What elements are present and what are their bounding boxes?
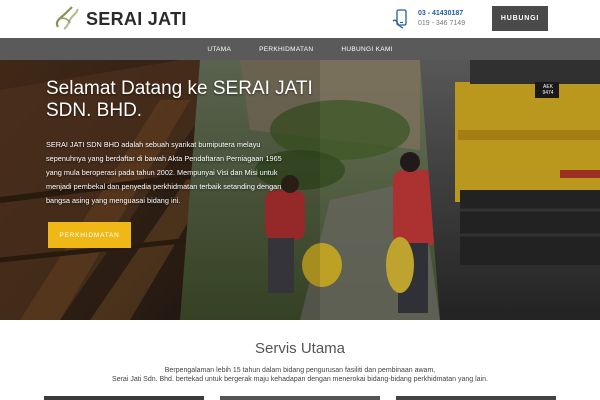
nav-item-utama[interactable]: UTAMA (207, 46, 231, 53)
phone-contact: 03 - 41430187 019 - 346 7149 (392, 9, 465, 29)
license-plate: AEK 9474 (542, 84, 554, 96)
services-description: Berpengalaman lebih 15 tahun dalam bidan… (40, 366, 560, 384)
phone-hand-icon (392, 9, 407, 29)
service-card-thumb-3[interactable] (396, 396, 556, 400)
site-logo[interactable]: SERAI JATI (52, 5, 187, 33)
hero-banner: AEK 9474 Selamat Datang ke SERAI JATI SD… (0, 60, 600, 320)
services-title: Servis Utama (254, 340, 346, 357)
phone-secondary[interactable]: 019 - 346 7149 (418, 19, 465, 29)
services-section: Servis Utama Berpengalaman lebih 15 tahu… (0, 320, 600, 400)
nav-item-perkhidmatan[interactable]: PERKHIDMATAN (259, 46, 313, 53)
hero-title: Selamat Datang ke SERAI JATI SDN. BHD. (46, 78, 313, 121)
services-description-line-2: Serai Jati Sdn. Bhd. bertekad untuk berg… (112, 376, 488, 383)
logo-text: SERAI JATI (86, 8, 187, 29)
phone-primary[interactable]: 03 - 41430187 (418, 9, 465, 19)
services-description-line-1: Berpengalaman lebih 15 tahun dalam bidan… (164, 367, 436, 374)
nav-item-hubungi-kami[interactable]: HUBUNGI KAMI (341, 46, 392, 53)
contact-button[interactable]: HUBUNGI (492, 6, 548, 31)
service-card-thumb-1[interactable] (44, 396, 204, 400)
top-header: SERAI JATI 03 - 41430187 019 - 346 7149 … (0, 0, 600, 38)
service-card-thumb-2[interactable] (220, 396, 380, 400)
serai-jati-logo-icon (55, 6, 79, 30)
hero-description: SERAI JATI SDN BHD adalah sebuah syarika… (46, 140, 282, 205)
services-button[interactable]: PERKHIDMATAN (48, 222, 131, 248)
main-nav: UTAMA PERKHIDMATAN HUBUNGI KAMI (0, 38, 600, 60)
